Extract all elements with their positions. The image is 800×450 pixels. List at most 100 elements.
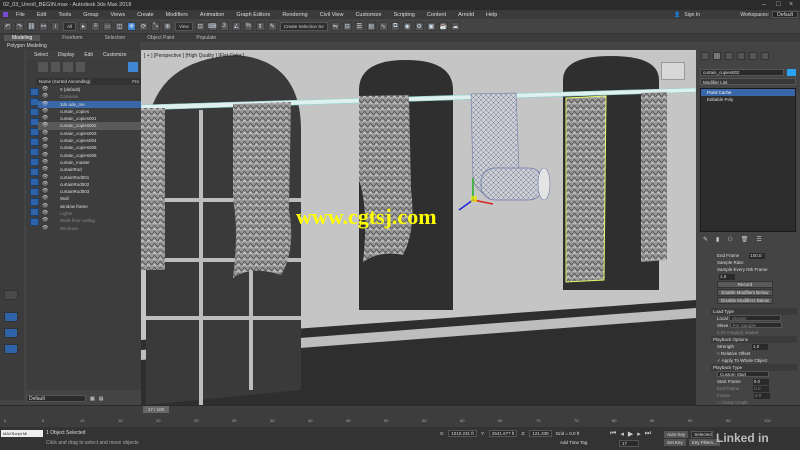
schematic-view-icon[interactable]: ⧉: [390, 21, 400, 31]
remove-modifier-icon[interactable]: 🗑: [741, 236, 749, 243]
visibility-eye-icon[interactable]: 👁: [42, 108, 48, 115]
playback-options-section[interactable]: Playback Options: [711, 336, 797, 343]
rect-region-icon[interactable]: ▭: [103, 21, 113, 31]
keyboard-shortcut-icon[interactable]: ⌨: [207, 21, 217, 31]
scene-explorer-icon[interactable]: ▤: [366, 21, 376, 31]
rotate-icon[interactable]: ⟳: [139, 21, 149, 31]
relative-offset-checkbox[interactable]: ○ Relative Offset: [717, 350, 797, 357]
stack-item-point-cache[interactable]: Point Cache: [701, 89, 795, 96]
scene-row[interactable]: 👁 curtain_copies003: [38, 130, 141, 137]
curve-editor-icon[interactable]: ∿: [378, 21, 388, 31]
visibility-eye-icon[interactable]: 👁: [42, 130, 48, 137]
scene-row[interactable]: 👁 curtain_master: [38, 159, 141, 166]
scene-row[interactable]: 👁 Windows: [38, 225, 141, 232]
create-tab-icon[interactable]: [701, 52, 709, 60]
current-layer-select[interactable]: Default: [26, 395, 86, 402]
set-key-button[interactable]: Set Key: [664, 438, 686, 446]
scene-menu-edit[interactable]: Edit: [84, 52, 93, 58]
visibility-eye-icon[interactable]: 👁: [42, 144, 48, 151]
scene-row[interactable]: 👁 curtainRod: [38, 166, 141, 173]
scene-menu-select[interactable]: Select: [34, 52, 48, 58]
visibility-eye-icon[interactable]: 👁: [42, 188, 48, 195]
layer-toggle-icon[interactable]: ▦: [90, 396, 95, 402]
apply-whole-checkbox[interactable]: ✓ Apply To Whole Object: [717, 357, 797, 364]
pin-stack-icon[interactable]: ✎: [703, 236, 708, 243]
visibility-eye-icon[interactable]: 👁: [42, 174, 48, 181]
funnel-icon[interactable]: [128, 62, 138, 72]
scene-row[interactable]: 👁 0 (default): [38, 86, 141, 93]
timeline[interactable]: 17 / 100 0 5 10 15 20 25 30 35 40 45 50 55 60 65 70 75 8…: [0, 405, 800, 427]
menu-create[interactable]: Create: [137, 12, 154, 18]
move-icon[interactable]: ✥: [127, 21, 137, 31]
playback-type-section[interactable]: Playback Type: [711, 364, 797, 371]
menu-group[interactable]: Group: [83, 12, 98, 18]
menu-edit[interactable]: Edit: [37, 12, 46, 18]
scale-icon[interactable]: ⤡: [151, 21, 161, 31]
x-coord-field[interactable]: 1010.231 ft: [448, 430, 477, 437]
render-setup-icon[interactable]: ⚙: [414, 21, 424, 31]
spinner-snap-icon[interactable]: ⇕: [255, 21, 265, 31]
frame-spinner[interactable]: 0.0: [754, 393, 771, 399]
visibility-eye-icon[interactable]: 👁: [42, 122, 48, 129]
visibility-eye-icon[interactable]: 👁: [42, 101, 48, 108]
scene-row[interactable]: 👁 3ds ade_me: [38, 100, 141, 108]
hierarchy-tab-icon[interactable]: [725, 52, 733, 60]
visibility-eye-icon[interactable]: 👁: [42, 152, 48, 159]
visibility-eye-icon[interactable]: 👁: [42, 203, 48, 210]
scene-row[interactable]: 👁 Walls floor ceiling: [38, 217, 141, 224]
undo-icon[interactable]: ↶: [3, 21, 12, 31]
visibility-eye-icon[interactable]: 👁: [42, 159, 48, 166]
visibility-eye-icon[interactable]: 👁: [42, 86, 48, 93]
viewcube-icon[interactable]: [661, 62, 685, 80]
menu-animation[interactable]: Animation: [200, 12, 224, 18]
unlink-icon[interactable]: ⚯: [39, 21, 48, 31]
visibility-eye-icon[interactable]: 👁: [42, 115, 48, 122]
snaps-toggle-icon[interactable]: 3: [219, 21, 229, 31]
scene-row[interactable]: 👁 curtainRod001: [38, 174, 141, 181]
maxscript-listener[interactable]: MAXScript Mi: [1, 430, 43, 437]
scene-menu-display[interactable]: Display: [58, 52, 74, 58]
place-icon[interactable]: ⊕: [163, 21, 173, 31]
frozen-column-header[interactable]: Fro: [132, 78, 139, 85]
pivot-icon[interactable]: ⊡: [195, 21, 205, 31]
edit-named-sets-icon[interactable]: ✎: [267, 21, 277, 31]
layer-add-icon[interactable]: ▤: [99, 396, 104, 402]
end-frame-spinner[interactable]: 100.0: [749, 253, 766, 259]
menu-graph-editors[interactable]: Graph Editors: [236, 12, 270, 18]
scene-menu-customize[interactable]: Customize: [103, 52, 127, 58]
strength-spinner[interactable]: 1.0: [752, 344, 769, 350]
time-slider[interactable]: 17 / 100: [143, 406, 169, 413]
show-end-result-icon[interactable]: ▮: [716, 236, 719, 243]
named-selection-select[interactable]: Create Selection Se: [279, 21, 328, 31]
tab-modeling[interactable]: Modeling: [4, 35, 41, 41]
enable-modifiers-button[interactable]: Enable Modifiers Below: [717, 289, 773, 296]
utilities-tab-icon[interactable]: [761, 52, 769, 60]
hierarchy-icon[interactable]: [75, 62, 86, 72]
menu-rendering[interactable]: Rendering: [282, 12, 307, 18]
play-icon[interactable]: ▶: [628, 430, 633, 438]
render-icon[interactable]: ☕: [438, 21, 448, 31]
reference-coord-select[interactable]: View: [175, 21, 193, 31]
scene-row[interactable]: 👁 curtain_copies002: [38, 122, 141, 130]
viewport-label[interactable]: [ + ] [Perspective ] [High Quality ] [Fl…: [144, 53, 244, 59]
disable-modifiers-button[interactable]: Disable Modifiers Below: [717, 297, 773, 304]
sample-every-spinner[interactable]: 1.0: [719, 274, 735, 280]
workspace-select[interactable]: Default: [772, 11, 798, 18]
material-editor-icon[interactable]: ◉: [402, 21, 412, 31]
key-mode-select[interactable]: Selected: [691, 430, 714, 438]
scene-row[interactable]: 👁 curtain_copies004: [38, 137, 141, 144]
current-frame-field[interactable]: 17: [619, 440, 639, 447]
redo-icon[interactable]: ↷: [15, 21, 24, 31]
dock-button-3[interactable]: [4, 328, 18, 338]
scene-row[interactable]: 👁 curtain_copies006: [38, 152, 141, 159]
add-time-tag[interactable]: Add Time Tag: [560, 440, 587, 445]
object-name-field[interactable]: curtain_copies002: [700, 69, 784, 76]
make-unique-icon[interactable]: ⚇: [727, 236, 732, 243]
dock-button-2[interactable]: [4, 312, 18, 322]
visibility-eye-icon[interactable]: 👁: [42, 225, 48, 232]
prev-frame-icon[interactable]: ◂: [620, 430, 624, 438]
configure-sets-icon[interactable]: ☰: [756, 236, 761, 243]
visibility-eye-icon[interactable]: 👁: [42, 137, 48, 144]
load-type-section[interactable]: Load Type: [711, 308, 797, 315]
window-crossing-icon[interactable]: ◫: [115, 21, 125, 31]
